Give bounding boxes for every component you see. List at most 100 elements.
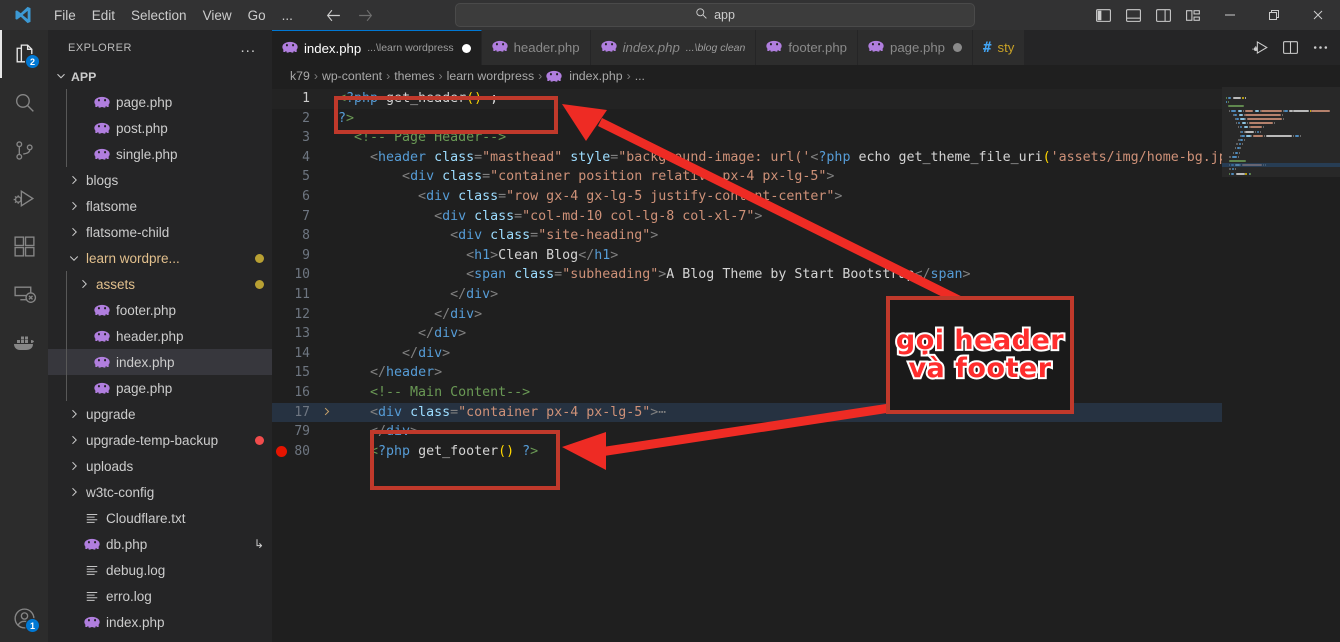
code-line-16[interactable]: 16 <!-- Main Content-->	[272, 383, 1222, 403]
toggle-panel-icon[interactable]	[1118, 0, 1148, 30]
minimize-icon[interactable]	[1208, 0, 1252, 30]
tree-file-index-php[interactable]: index.php	[48, 349, 272, 375]
code-line-13[interactable]: 13 </div>	[272, 324, 1222, 344]
tree-file-post-php[interactable]: post.php	[48, 115, 272, 141]
editor-tab-page-php-4[interactable]: page.php	[858, 30, 974, 65]
run-and-debug-icon[interactable]	[0, 174, 48, 222]
code-line-80[interactable]: 80 <?php get_footer() ?>	[272, 442, 1222, 462]
arrow-left-icon[interactable]	[323, 4, 345, 26]
code-content[interactable]: 1 <?php get_header() ; 2 ?> 3 <!-- Page Head…	[272, 87, 1222, 642]
breadcrumb-item-3[interactable]: learn wordpress	[447, 69, 534, 83]
menu-view[interactable]: View	[195, 0, 240, 30]
editor-tab-footer-php-3[interactable]: footer.php	[756, 30, 859, 65]
close-icon[interactable]	[1296, 0, 1340, 30]
editor-tab-index-php-0[interactable]: index.php ...\learn wordpress	[272, 30, 482, 65]
line-number: 9	[302, 247, 310, 263]
menu-edit[interactable]: Edit	[84, 0, 123, 30]
restore-icon[interactable]	[1252, 0, 1296, 30]
code-line-2[interactable]: 2 ?>	[272, 109, 1222, 129]
tree-file-db-php[interactable]: db.php ↳	[48, 531, 272, 557]
code-line-5[interactable]: 5 <div class="container position relativ…	[272, 167, 1222, 187]
tree-file-page-php[interactable]: page.php	[48, 375, 272, 401]
editor-tab-header-php-1[interactable]: header.php	[481, 30, 591, 65]
code-line-6[interactable]: 6 <div class="row gx-4 gx-lg-5 justify-c…	[272, 187, 1222, 207]
remote-explorer-icon[interactable]	[0, 270, 48, 318]
code-line-11[interactable]: 11 </div>	[272, 285, 1222, 305]
search-input[interactable]: app	[455, 3, 975, 27]
tree-folder-w3tc-config[interactable]: w3tc-config	[48, 479, 272, 505]
code-line-15[interactable]: 15 </header>	[272, 363, 1222, 383]
code-text: <div class="container px-4 px-lg-5">⋯	[334, 403, 666, 423]
arrow-right-icon[interactable]	[355, 4, 377, 26]
code-line-4[interactable]: 4 <header class="masthead" style="backgr…	[272, 148, 1222, 168]
tree-file-single-php[interactable]: single.php	[48, 141, 272, 167]
tree-folder-upgrade[interactable]: upgrade	[48, 401, 272, 427]
code-line-17[interactable]: 17 <div class="container px-4 px-lg-5">⋯	[272, 402, 1222, 423]
minimap-token	[1238, 113, 1243, 116]
tree-folder-upgrade-temp-backup[interactable]: upgrade-temp-backup	[48, 427, 272, 453]
line-number: 1	[302, 91, 310, 106]
breadcrumb-item-4[interactable]: index.php	[569, 69, 622, 83]
file-tree[interactable]: page.php post.php single.php blogs flatsome f…	[48, 89, 272, 642]
tree-file-page-php[interactable]: page.php	[48, 89, 272, 115]
fold-chevron-icon[interactable]	[318, 403, 334, 423]
breadcrumb[interactable]: k79 › wp-content › themes › learn wordpress › in…	[272, 65, 1340, 87]
account-icon[interactable]: 1	[0, 594, 48, 642]
tab-dirty-indicator[interactable]	[461, 43, 471, 53]
chevron-right-icon	[66, 226, 82, 238]
tree-folder-blogs[interactable]: blogs	[48, 167, 272, 193]
search-icon[interactable]	[0, 78, 48, 126]
code-line-8[interactable]: 8 <div class="site-heading">	[272, 226, 1222, 246]
breakpoint-indicator[interactable]	[276, 445, 287, 457]
tree-folder-uploads[interactable]: uploads	[48, 453, 272, 479]
breadcrumb-item-1[interactable]: wp-content	[322, 69, 382, 83]
minimap[interactable]	[1222, 87, 1340, 642]
explorer-root-app[interactable]: APP	[48, 65, 272, 89]
tree-item-label: learn wordpre...	[86, 250, 180, 266]
chevron-right-icon	[66, 408, 82, 420]
breadcrumb-item-5[interactable]: ...	[635, 69, 645, 83]
code-line-7[interactable]: 7 <div class="col-md-10 col-lg-8 col-xl-…	[272, 207, 1222, 227]
breadcrumb-item-2[interactable]: themes	[394, 69, 434, 83]
code-line-12[interactable]: 12 </div>	[272, 305, 1222, 325]
tree-file-erro-log[interactable]: erro.log	[48, 583, 272, 609]
code-line-79[interactable]: 79 </div>	[272, 422, 1222, 442]
code-token: class	[410, 404, 451, 420]
menu-go[interactable]: Go	[240, 0, 274, 30]
toggle-primary-sidebar-icon[interactable]	[1088, 0, 1118, 30]
menu-selection[interactable]: Selection	[123, 0, 195, 30]
minimap-token	[1229, 160, 1247, 162]
breadcrumb-item-0[interactable]: k79	[290, 69, 310, 83]
tree-folder-learn-wordpre-[interactable]: learn wordpre...	[48, 245, 272, 271]
code-line-9[interactable]: 9 <h1>Clean Blog</h1>	[272, 246, 1222, 266]
customize-layout-icon[interactable]	[1178, 0, 1208, 30]
tree-file-cloudflare-txt[interactable]: Cloudflare.txt	[48, 505, 272, 531]
explorer-more-icon[interactable]: ...	[240, 39, 264, 56]
tree-folder-assets[interactable]: assets	[48, 271, 272, 297]
editor-tab-index-php-2[interactable]: index.php ...\blog clean	[590, 30, 757, 65]
code-line-3[interactable]: 3 <!-- Page Header-->	[272, 128, 1222, 148]
code-line-10[interactable]: 10 <span class="subheading">A Blog Theme…	[272, 265, 1222, 285]
code-line-14[interactable]: 14 </div>	[272, 344, 1222, 364]
run-or-debug-icon[interactable]	[1246, 30, 1274, 65]
menu-more[interactable]: ...	[274, 0, 301, 30]
code-line-1[interactable]: 1 <?php get_header() ;	[272, 89, 1222, 109]
editor-tab-sty-5[interactable]: # sty	[973, 30, 1026, 65]
tree-folder-flatsome[interactable]: flatsome	[48, 193, 272, 219]
more-actions-icon[interactable]	[1306, 30, 1334, 65]
tree-file-debug-log[interactable]: debug.log	[48, 557, 272, 583]
split-editor-icon[interactable]	[1276, 30, 1304, 65]
editor-tab-bar[interactable]: index.php ...\learn wordpress header.php in…	[272, 30, 1340, 65]
toggle-secondary-sidebar-icon[interactable]	[1148, 0, 1178, 30]
tab-dirty-indicator[interactable]	[953, 43, 963, 52]
tree-file-footer-php[interactable]: footer.php	[48, 297, 272, 323]
explorer-icon[interactable]: 2	[0, 30, 48, 78]
docker-icon[interactable]	[0, 318, 48, 366]
tab-label: header.php	[513, 40, 580, 55]
extensions-icon[interactable]	[0, 222, 48, 270]
source-control-icon[interactable]	[0, 126, 48, 174]
menu-file[interactable]: File	[46, 0, 84, 30]
tree-folder-flatsome-child[interactable]: flatsome-child	[48, 219, 272, 245]
tree-file-header-php[interactable]: header.php	[48, 323, 272, 349]
tree-file-index-php[interactable]: index.php	[48, 609, 272, 635]
